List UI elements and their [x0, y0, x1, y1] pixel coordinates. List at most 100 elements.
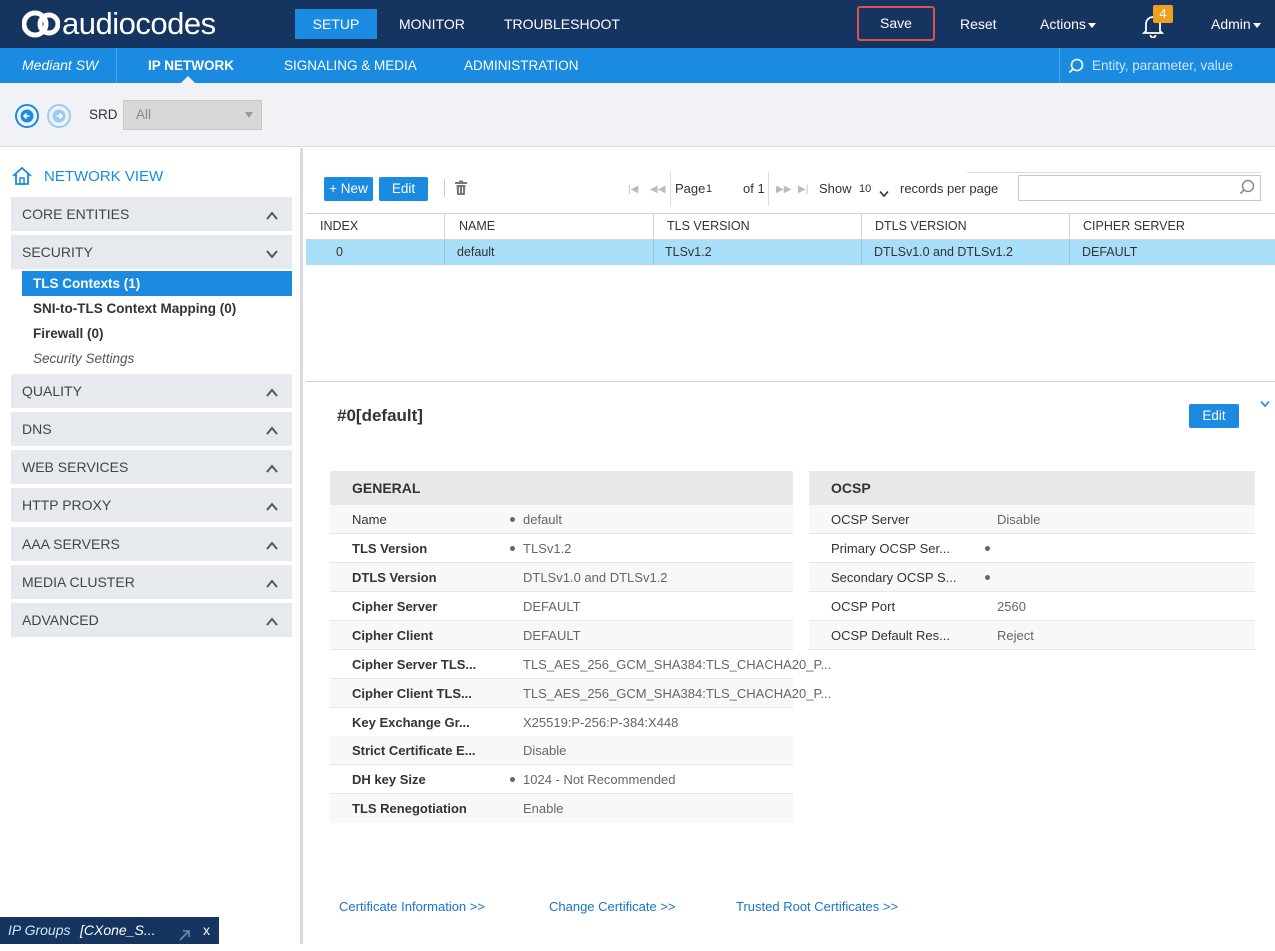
field-value: Reject: [997, 628, 1034, 643]
field-value: TLSv1.2: [523, 541, 572, 556]
tab-signaling-media[interactable]: SIGNALING & MEDIA: [284, 48, 417, 83]
logo-text: audiocodes: [62, 6, 216, 41]
chevron-up-icon: [266, 464, 278, 473]
bullet-icon: [510, 546, 515, 551]
chevron-up-icon: [266, 502, 278, 511]
general-row-strict-certificate: Strict Certificate E... Disable: [330, 736, 793, 765]
field-label: Cipher Server TLS...: [352, 657, 477, 672]
admin-menu[interactable]: Admin: [1211, 9, 1261, 39]
field-label: DH key Size: [352, 772, 426, 787]
cell-name: default: [457, 245, 495, 259]
actions-menu[interactable]: Actions: [1040, 9, 1096, 39]
column-header-name[interactable]: NAME: [459, 219, 495, 233]
chevron-up-icon: [266, 617, 278, 626]
pager-divider: [670, 172, 671, 206]
general-row-cipher-server-tls13: Cipher Server TLS... TLS_AES_256_GCM_SHA3…: [330, 650, 831, 679]
first-page-icon[interactable]: |◀: [628, 184, 638, 195]
general-panel-header: GENERAL: [330, 471, 793, 505]
caret-down-icon: [1252, 22, 1261, 28]
new-button[interactable]: + New: [324, 177, 373, 201]
sidebar-item-security-settings[interactable]: Security Settings: [22, 346, 292, 371]
chevron-up-icon: [266, 388, 278, 397]
column-header-index[interactable]: INDEX: [320, 219, 358, 233]
section-label: QUALITY: [22, 383, 82, 399]
home-icon[interactable]: [11, 166, 33, 189]
field-label: Secondary OCSP S...: [831, 570, 957, 585]
back-button[interactable]: [15, 104, 39, 128]
general-row-cipher-client: Cipher Client DEFAULT: [330, 621, 793, 650]
srd-select[interactable]: All: [123, 100, 262, 130]
actions-label: Actions: [1040, 16, 1086, 32]
per-page-select[interactable]: 10: [859, 183, 871, 195]
sidebar-section-dns[interactable]: DNS: [11, 412, 292, 446]
column-header-dtls-version[interactable]: DTLS VERSION: [875, 219, 967, 233]
close-tab-button[interactable]: x: [203, 917, 210, 944]
chevron-down-icon: [266, 250, 278, 259]
field-value: Enable: [523, 801, 564, 816]
sidebar-item-tls-contexts[interactable]: TLS Contexts (1): [22, 271, 292, 296]
general-row-cipher-client-tls13: Cipher Client TLS... TLS_AES_256_GCM_SHA3…: [330, 679, 831, 708]
sidebar-section-quality[interactable]: QUALITY: [11, 374, 292, 408]
section-label: WEB SERVICES: [22, 459, 129, 475]
collapse-chevron-icon[interactable]: [1260, 396, 1270, 411]
trusted-root-certificates-link[interactable]: Trusted Root Certificates >>: [736, 899, 898, 914]
edit-button[interactable]: Edit: [379, 177, 428, 201]
prev-page-icon[interactable]: ◀◀: [650, 184, 665, 195]
reset-button[interactable]: Reset: [960, 9, 997, 39]
sidebar-section-http-proxy[interactable]: HTTP PROXY: [11, 488, 292, 522]
arrow-left-icon: [20, 109, 34, 123]
audiocodes-logo: audiocodes: [22, 6, 216, 42]
forward-button[interactable]: [47, 104, 71, 128]
chevron-up-icon: [266, 579, 278, 588]
field-value: Disable: [997, 512, 1041, 527]
ocsp-row-default-response: OCSP Default Res... Reject: [809, 621, 1255, 650]
chevron-down-icon[interactable]: [879, 186, 889, 201]
minimized-tab[interactable]: IP Groups [CXone_S... x: [0, 917, 219, 944]
admin-label: Admin: [1211, 16, 1251, 32]
page-number-input[interactable]: 1: [706, 183, 712, 195]
table-search-input[interactable]: [1018, 175, 1261, 201]
sidebar-section-security[interactable]: SECURITY: [11, 235, 292, 269]
field-label: Strict Certificate E...: [352, 743, 476, 758]
field-label: TLS Version: [352, 541, 428, 556]
sidebar-item-sni-mapping[interactable]: SNI-to-TLS Context Mapping (0): [22, 296, 292, 321]
section-label: SECURITY: [22, 244, 93, 260]
column-header-tls-version[interactable]: TLS VERSION: [667, 219, 750, 233]
bullet-icon: [510, 777, 515, 782]
detail-edit-button[interactable]: Edit: [1189, 404, 1239, 428]
tab-administration[interactable]: ADMINISTRATION: [464, 48, 579, 83]
sidebar-section-core-entities[interactable]: CORE ENTITIES: [11, 197, 292, 231]
sidebar-section-web-services[interactable]: WEB SERVICES: [11, 450, 292, 484]
sidebar-section-advanced[interactable]: ADVANCED: [11, 603, 292, 637]
column-header-cipher-server[interactable]: CIPHER SERVER: [1083, 219, 1185, 233]
last-page-icon[interactable]: ▶|: [798, 184, 808, 195]
search-icon: [1068, 58, 1084, 77]
next-page-icon[interactable]: ▶▶: [776, 184, 791, 195]
change-certificate-link[interactable]: Change Certificate >>: [549, 899, 675, 914]
sidebar-item-firewall[interactable]: Firewall (0): [22, 321, 292, 346]
nav-troubleshoot[interactable]: TROUBLESHOOT: [504, 9, 620, 39]
sidebar-section-aaa-servers[interactable]: AAA SERVERS: [11, 527, 292, 561]
field-value: DEFAULT: [523, 628, 581, 643]
sidebar-section-media-cluster[interactable]: MEDIA CLUSTER: [11, 565, 292, 599]
nav-setup[interactable]: SETUP: [295, 9, 377, 39]
expand-icon[interactable]: [178, 924, 191, 951]
nav-monitor[interactable]: MONITOR: [399, 9, 465, 39]
section-label: HTTP PROXY: [22, 497, 112, 513]
field-value: TLS_AES_256_GCM_SHA384:TLS_CHACHA20_P...: [523, 657, 832, 672]
general-row-key-exchange: Key Exchange Gr... X25519:P-256:P-384:X44…: [330, 708, 793, 737]
field-value: TLS_AES_256_GCM_SHA384:TLS_CHACHA20_P...: [523, 686, 832, 701]
search-top-line: [967, 172, 1261, 173]
ocsp-panel-header: OCSP: [809, 471, 1255, 505]
section-label: AAA SERVERS: [22, 536, 120, 552]
show-label: Show: [819, 181, 852, 196]
ocsp-row-primary-server: Primary OCSP Ser...: [809, 534, 1255, 563]
save-button[interactable]: Save: [857, 6, 935, 41]
general-row-cipher-server: Cipher Server DEFAULT: [330, 592, 793, 621]
certificate-information-link[interactable]: Certificate Information >>: [339, 899, 485, 914]
field-label: OCSP Port: [831, 599, 896, 614]
field-value: 2560: [997, 599, 1026, 614]
field-label: OCSP Default Res...: [831, 628, 950, 643]
network-view-link[interactable]: NETWORK VIEW: [44, 168, 163, 185]
trash-icon[interactable]: [454, 180, 468, 199]
